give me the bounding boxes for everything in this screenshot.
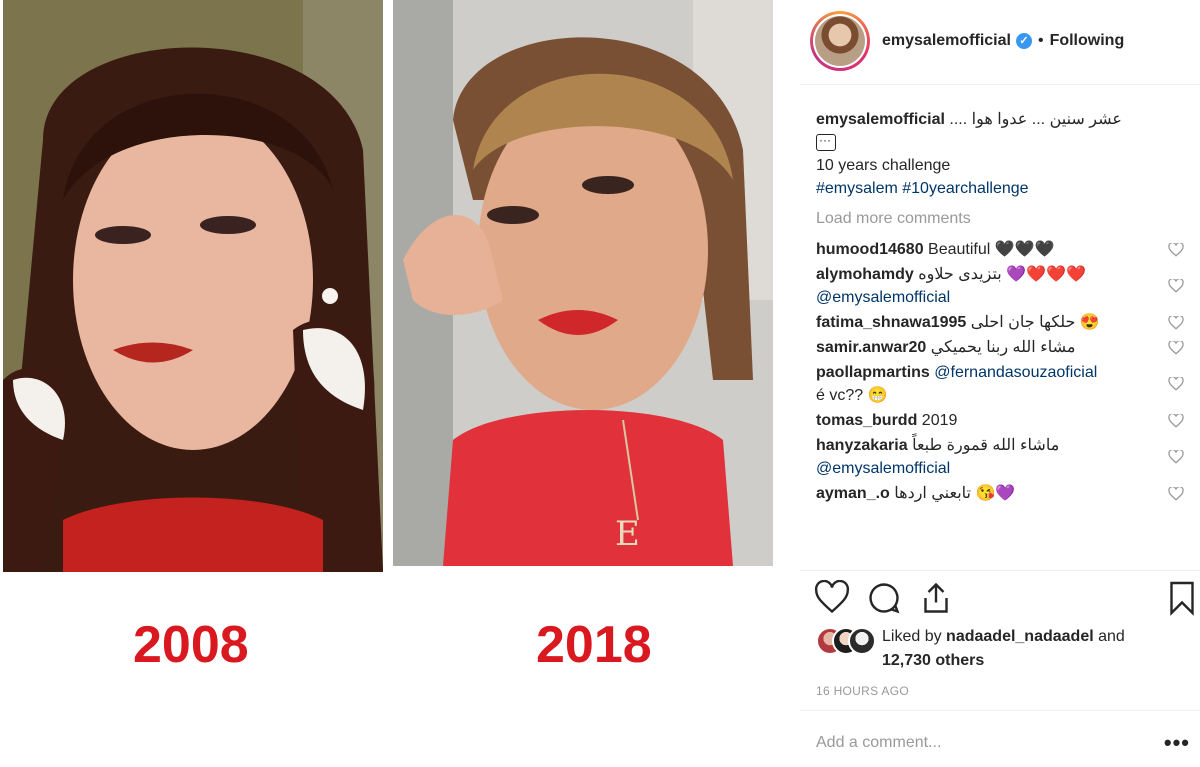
comment-item: fatima_shnawa1995 حلكها جان احلى 😍: [816, 311, 1190, 334]
comment-item: humood14680 Beautiful 🖤🖤🖤: [816, 238, 1190, 261]
comment-username[interactable]: samir.anwar20: [816, 339, 926, 356]
comment-text: تابعني اردها: [894, 485, 971, 502]
caption-hashtags[interactable]: #emysalem #10yearchallenge: [816, 177, 1190, 200]
heart-icon[interactable]: [1168, 340, 1184, 355]
avatar-image: [815, 16, 865, 66]
header-separator: •: [1037, 32, 1044, 49]
comment-text: مشاء الله ربنا يحميكي: [930, 339, 1076, 356]
heart-icon[interactable]: [1168, 413, 1184, 428]
comment-text: ماشاء الله قمورة طبعاً: [912, 437, 1060, 454]
comment-text: Beautiful: [928, 241, 991, 258]
comment-username[interactable]: fatima_shnawa1995: [816, 314, 966, 331]
comment-username[interactable]: ayman_.o: [816, 485, 890, 502]
comment-item: alymohamdy بتزيدى حلاوه 💜❤️❤️❤️ @emysale…: [816, 263, 1190, 309]
svg-text:E: E: [615, 514, 640, 554]
comment-text: é vc??: [816, 387, 864, 404]
bookmark-icon[interactable]: [1164, 580, 1200, 616]
caption-line-2: 10 years challenge: [816, 157, 951, 174]
post-header: emysalemofficial ✓ • Following: [810, 10, 1190, 72]
comment-username[interactable]: paollapmartins: [816, 364, 930, 381]
header-username[interactable]: emysalemofficial: [882, 32, 1011, 50]
comment-emoji: 😘💜: [975, 485, 1016, 502]
comment-emoji: 🖤🖤🖤: [994, 241, 1055, 258]
liked-by-and: and: [1098, 628, 1125, 645]
post-side-panel: emysalemofficial ✓ • Following emysalemo…: [800, 0, 1200, 767]
comment-username[interactable]: hanyzakaria: [816, 437, 908, 454]
post-timestamp[interactable]: 16 HOURS AGO: [816, 684, 909, 698]
others-count[interactable]: 12,730 others: [882, 652, 984, 669]
comment-text: بتزيدى حلاوه: [918, 266, 1002, 283]
photo-2018: E: [393, 0, 773, 566]
liked-by-prefix: Liked by: [882, 628, 942, 645]
heart-icon[interactable]: [1168, 450, 1184, 464]
year-label-left: 2008: [133, 616, 249, 674]
comment-emoji: 😍: [1079, 314, 1100, 331]
verified-icon: ✓: [1015, 33, 1032, 49]
comment-item: ayman_.o تابعني اردها 😘💜: [816, 482, 1190, 505]
photo-2008: [3, 0, 383, 572]
heart-icon[interactable]: [1168, 486, 1184, 501]
caption: emysalemofficial عشر سنين ... عدوا هوا .…: [816, 108, 1190, 200]
following-button[interactable]: Following: [1050, 32, 1125, 50]
post-media: E 2008 2018: [0, 0, 800, 767]
avatar: [848, 627, 876, 655]
comment-username[interactable]: tomas_burdd: [816, 412, 917, 429]
heart-icon[interactable]: [1168, 279, 1184, 293]
comment-text: 2019: [921, 412, 958, 429]
share-icon[interactable]: [918, 580, 954, 616]
avatar[interactable]: [810, 11, 870, 71]
likes-row: Liked by nadaadel_nadaadel and 12,730 ot…: [816, 625, 1186, 673]
liker-username[interactable]: nadaadel_nadaadel: [946, 628, 1094, 645]
heart-icon[interactable]: [814, 580, 850, 616]
load-more-comments-button[interactable]: Load more comments: [816, 210, 1190, 228]
heart-icon[interactable]: [1168, 315, 1184, 330]
comment-icon[interactable]: [866, 580, 902, 616]
comment-item: tomas_burdd 2019: [816, 409, 1190, 432]
comment-username[interactable]: alymohamdy: [816, 266, 914, 283]
add-comment-input[interactable]: Add a comment...: [816, 734, 941, 752]
caption-arabic-text: عشر سنين ... عدوا هوا ....: [949, 111, 1122, 128]
comment-mention[interactable]: @fernandasouzaoficial: [934, 364, 1097, 381]
heart-icon[interactable]: [1168, 377, 1184, 391]
comment-emoji: 💜❤️❤️❤️: [1006, 266, 1086, 283]
comment-item: samir.anwar20 مشاء الله ربنا يحميكي: [816, 336, 1190, 359]
footer-divider: [800, 710, 1200, 711]
comment-mention[interactable]: @emysalemofficial: [816, 460, 950, 477]
year-label-right: 2018: [536, 616, 652, 674]
comments-list: emysalemofficial عشر سنين ... عدوا هوا .…: [816, 108, 1190, 507]
header-divider: [800, 84, 1200, 85]
comment-text: حلكها جان احلى: [970, 314, 1076, 331]
comments-divider: [800, 570, 1200, 571]
heart-icon[interactable]: [1168, 242, 1184, 257]
action-bar: [814, 580, 1194, 620]
more-options-icon[interactable]: •••: [1164, 730, 1190, 756]
comment-item: paollapmartins @fernandasouzaoficial é v…: [816, 361, 1190, 407]
comment-item: hanyzakaria ماشاء الله قمورة طبعاً @emys…: [816, 434, 1190, 480]
liker-avatars[interactable]: [816, 625, 882, 655]
liked-by-text: Liked by nadaadel_nadaadel and 12,730 ot…: [882, 625, 1125, 673]
caption-username[interactable]: emysalemofficial: [816, 111, 945, 128]
comment-mention[interactable]: @emysalemofficial: [816, 289, 950, 306]
speech-bubble-icon: [816, 129, 836, 152]
comment-username[interactable]: humood14680: [816, 241, 924, 258]
comment-emoji: 😁: [867, 387, 888, 404]
